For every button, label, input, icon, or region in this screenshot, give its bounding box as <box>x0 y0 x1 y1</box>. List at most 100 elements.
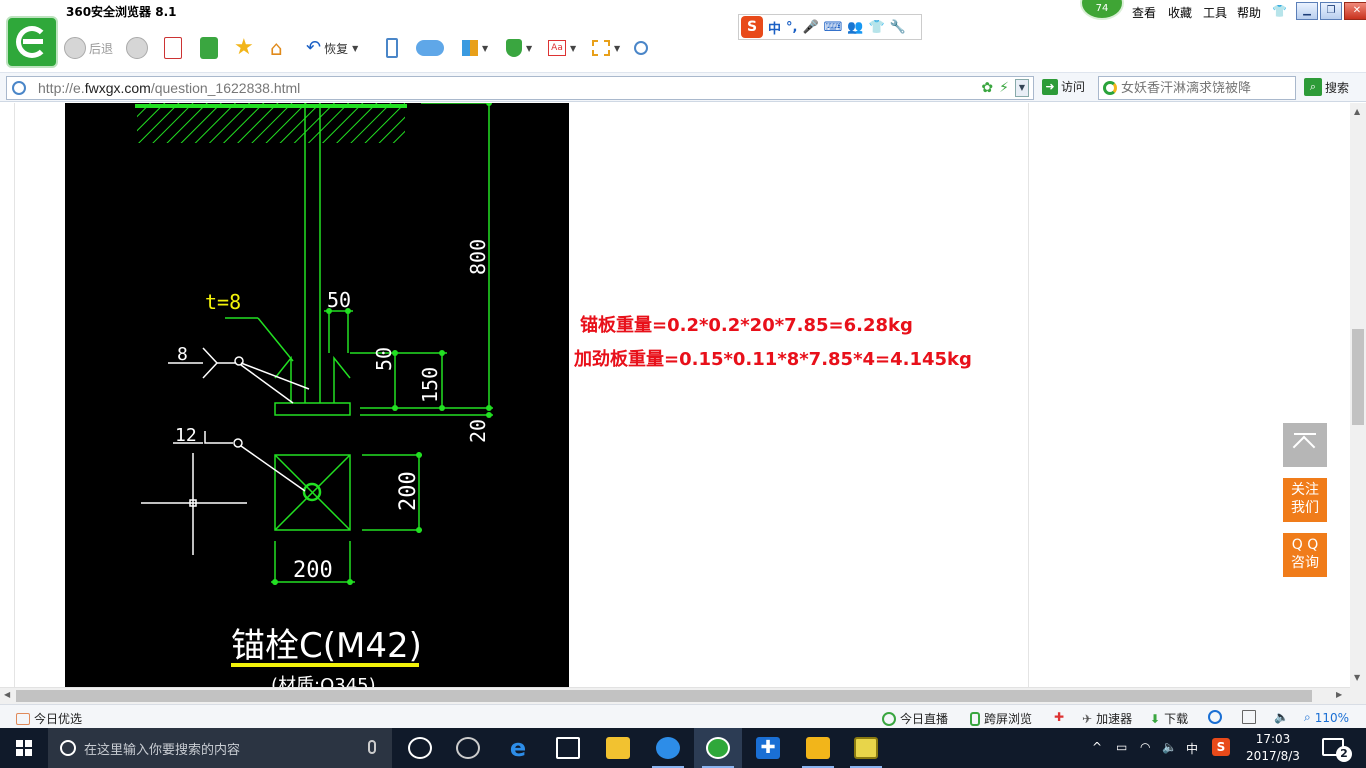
today-pick-button[interactable]: 今日优选 <box>16 710 82 727</box>
horizontal-scroll-thumb[interactable] <box>16 690 1312 702</box>
accelerator-button[interactable]: ✈ 加速器 <box>1082 710 1132 727</box>
translate-button[interactable]: Aa ▼ <box>548 36 576 60</box>
download-button[interactable]: ⬇ 下载 <box>1150 710 1188 727</box>
input-method-bar[interactable]: S 中 °, 🎤 ⌨ 👥 👕 🔧 <box>738 14 922 40</box>
skin-icon[interactable]: 👕 <box>1272 4 1287 18</box>
speaker-icon[interactable]: 🔈 <box>1162 740 1177 754</box>
calendar-icon <box>854 737 878 759</box>
back-button[interactable]: 后退 <box>64 36 113 60</box>
label-dim-150: 150 <box>418 367 442 403</box>
scroll-down-icon[interactable]: ▼ <box>1354 673 1360 682</box>
drawing-labels: t=8 8 12 50 50 150 800 20 200 200 <box>175 239 490 583</box>
security-score-badge[interactable]: 74 <box>1080 0 1124 20</box>
taskbar-app-edge[interactable]: e <box>494 728 542 768</box>
start-button[interactable] <box>0 728 48 768</box>
menu-view[interactable]: 查看 <box>1132 4 1156 21</box>
plus-app-icon: ✚ <box>756 737 780 759</box>
taskbar-app-sogou[interactable] <box>644 728 692 768</box>
live-button[interactable]: 今日直播 <box>882 710 948 727</box>
show-hidden-icons[interactable]: ^ <box>1092 740 1102 754</box>
shield-icon <box>506 39 522 57</box>
vertical-scrollbar[interactable]: ▲ ▼ <box>1350 103 1366 687</box>
search-button[interactable]: ⌕ 搜索 <box>1304 78 1349 96</box>
back-arrow-icon <box>64 37 86 59</box>
visit-button[interactable]: ➜ 访问 <box>1042 78 1085 95</box>
taskbar-app-store[interactable] <box>544 728 592 768</box>
taskbar-app-spiral[interactable] <box>444 728 492 768</box>
taskbar-search[interactable]: 在这里输入你要搜索的内容 <box>48 728 392 768</box>
address-bar[interactable]: http://e.fwxgx.com/question_1622838.html… <box>6 76 1034 100</box>
search-engine-icon <box>1103 81 1117 95</box>
scroll-right-icon[interactable]: ▶ <box>1336 690 1342 699</box>
close-window-button[interactable]: ✕ <box>1344 2 1366 20</box>
taskbar-app-blue[interactable]: ✚ <box>744 728 792 768</box>
url-text[interactable]: http://e.fwxgx.com/question_1622838.html <box>38 80 300 96</box>
taskbar-app-calendar[interactable] <box>842 728 890 768</box>
favorites-star-button[interactable]: ★ <box>234 36 254 60</box>
ime-punctuation[interactable]: °, <box>786 20 797 35</box>
scroll-up-icon[interactable]: ▲ <box>1354 107 1360 116</box>
vertical-scroll-thumb[interactable] <box>1352 329 1364 425</box>
translate-icon: Aa <box>548 40 566 56</box>
battery-icon[interactable]: ▭ <box>1116 740 1127 754</box>
taskbar-app-explorer[interactable] <box>594 728 642 768</box>
red-cross-icon[interactable]: ✚ <box>1054 710 1064 724</box>
stop-button[interactable] <box>164 36 182 60</box>
notification-center-icon[interactable]: 2 <box>1322 738 1352 762</box>
scroll-left-icon[interactable]: ◀ <box>4 690 10 699</box>
speed-icon[interactable]: ✿ <box>981 80 993 96</box>
users-icon[interactable]: 👥 <box>847 20 863 35</box>
wifi-icon[interactable]: ◠ <box>1140 740 1150 754</box>
home-button[interactable]: ⌂ <box>270 36 283 60</box>
restore-tab-button[interactable]: ↶ 恢复 ▼ <box>306 36 358 60</box>
refresh-button[interactable] <box>200 36 218 60</box>
forward-arrow-icon <box>126 37 148 59</box>
follow-us-button[interactable]: 关注 我们 <box>1283 478 1327 522</box>
qq-consult-button[interactable]: Q Q 咨询 <box>1283 533 1327 577</box>
forward-button[interactable] <box>126 36 148 60</box>
cloud-button[interactable] <box>416 36 444 60</box>
gift-icon <box>16 712 30 725</box>
rocket-icon: ✈ <box>1082 711 1093 726</box>
system-clock[interactable]: 17:03 2017/8/3 <box>1246 731 1300 765</box>
horizontal-scrollbar[interactable]: ◀ ▶ <box>0 687 1350 704</box>
window-switch-icon[interactable] <box>1242 710 1256 724</box>
lightning-icon[interactable]: ⚡ <box>999 80 1009 96</box>
task-view-button[interactable] <box>396 728 444 768</box>
minimize-button[interactable]: ▁ <box>1296 2 1318 20</box>
screenshot-button[interactable]: ▼ <box>592 36 620 60</box>
zoom-button[interactable]: ⌕ 110% <box>1304 710 1349 725</box>
volume-icon[interactable]: 🔈 <box>1274 710 1289 724</box>
menu-tools[interactable]: 工具 <box>1203 4 1227 21</box>
wrench-icon[interactable]: 🔧 <box>890 20 906 35</box>
cross-screen-button[interactable]: 跨屏浏览 <box>970 710 1032 727</box>
refresh-icon <box>200 37 218 59</box>
find-button[interactable] <box>634 36 648 60</box>
sogou-tray-icon[interactable]: S <box>1212 738 1230 756</box>
apps-button[interactable]: ▼ <box>462 36 488 60</box>
weld-symbols <box>141 347 310 555</box>
taskbar-app-notes[interactable] <box>794 728 842 768</box>
star-icon: ★ <box>234 35 254 60</box>
chevron-down-icon[interactable]: ▼ <box>1015 79 1029 97</box>
search-box[interactable] <box>1098 76 1296 100</box>
360-browser-icon <box>706 737 730 759</box>
ie-mode-icon[interactable] <box>1208 710 1222 724</box>
microphone-icon[interactable]: 🎤 <box>802 20 818 35</box>
taskbar-ime[interactable]: 中 <box>1186 740 1198 757</box>
menu-favorites[interactable]: 收藏 <box>1168 4 1192 21</box>
task-view-icon <box>408 737 432 759</box>
menu-help[interactable]: 帮助 <box>1237 4 1261 21</box>
keyboard-icon[interactable]: ⌨ <box>824 20 843 35</box>
undo-icon: ↶ <box>306 37 322 58</box>
skin-icon[interactable]: 👕 <box>869 20 885 35</box>
search-input[interactable] <box>1121 80 1291 96</box>
mobile-button[interactable] <box>386 36 398 60</box>
taskbar-app-360browser[interactable] <box>694 728 742 768</box>
ime-mode[interactable]: 中 <box>768 18 781 37</box>
window-title: 360安全浏览器 8.1 <box>66 5 177 19</box>
shield-button[interactable]: ▼ <box>506 36 532 60</box>
restore-window-button[interactable]: ❐ <box>1320 2 1342 20</box>
microphone-icon[interactable] <box>368 740 376 754</box>
back-to-top-button[interactable] <box>1283 423 1327 467</box>
